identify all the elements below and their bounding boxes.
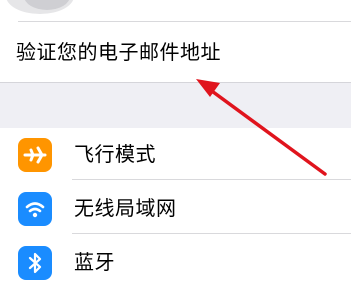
verify-email-label: 验证您的电子邮件地址 xyxy=(16,40,221,64)
settings-item-label: 蓝牙 xyxy=(74,250,115,274)
section-gap xyxy=(0,82,351,130)
divider xyxy=(72,233,351,234)
bluetooth-icon xyxy=(18,246,52,280)
settings-item-label: 无线局域网 xyxy=(74,196,177,220)
verify-email-row[interactable]: 验证您的电子邮件地址 xyxy=(0,22,351,82)
wifi-icon xyxy=(18,192,52,226)
profile-header xyxy=(0,0,351,20)
settings-item-airplane-mode[interactable]: 飞行模式 xyxy=(0,128,351,180)
avatar xyxy=(6,0,74,14)
settings-item-label: 飞行模式 xyxy=(74,142,156,166)
airplane-icon xyxy=(18,138,52,172)
divider xyxy=(72,179,351,180)
settings-item-bluetooth[interactable]: 蓝牙 xyxy=(0,236,351,288)
settings-item-wifi[interactable]: 无线局域网 xyxy=(0,182,351,234)
